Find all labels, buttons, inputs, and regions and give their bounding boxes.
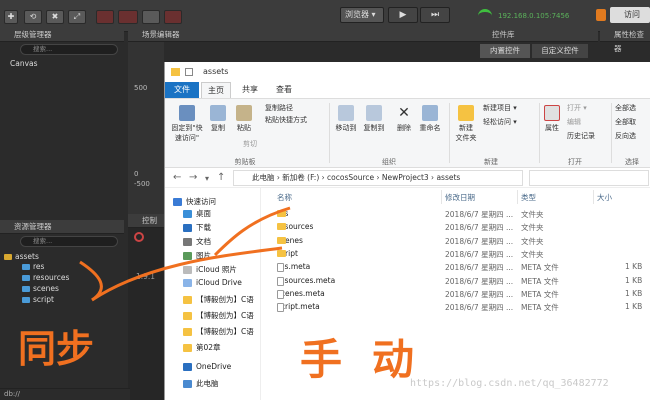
annotation-sync: 同步: [18, 326, 95, 371]
watermark: https://blog.csdn.net/qq_36482772: [410, 378, 609, 389]
